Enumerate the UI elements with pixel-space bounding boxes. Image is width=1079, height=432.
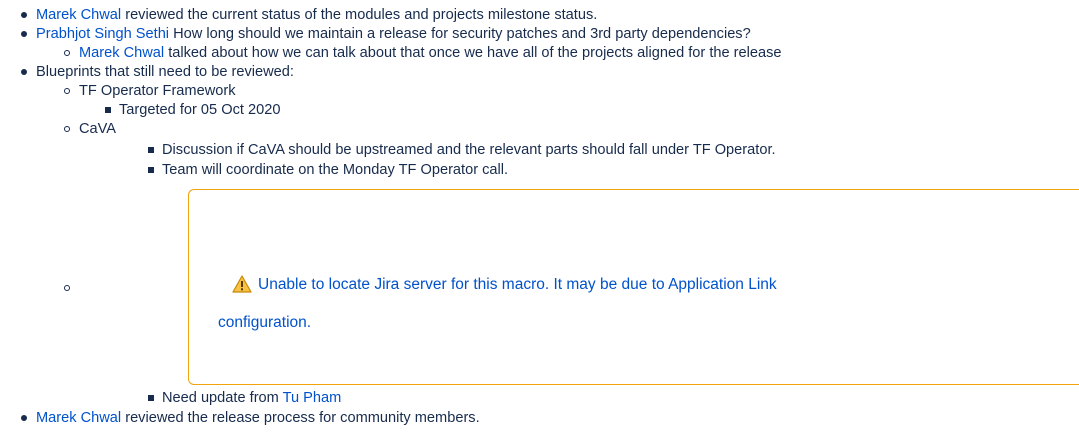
- list-item: CaVA: [79, 119, 116, 139]
- item-text: Team will coordinate on the Monday TF Op…: [162, 162, 509, 178]
- item-text: reviewed the current status of the modul…: [121, 7, 598, 23]
- list-item: Marek Chwal reviewed the release process…: [36, 408, 480, 428]
- item-text: Need update from: [162, 390, 283, 406]
- bullet: [148, 395, 154, 401]
- user-mention-marek-chwal[interactable]: Marek Chwal: [36, 410, 121, 426]
- item-text: TF Operator Framework: [79, 83, 236, 99]
- bullet: [21, 12, 27, 18]
- bullet: [105, 107, 111, 113]
- bullet: [64, 50, 70, 56]
- bullet: [148, 167, 154, 173]
- warning-icon: [232, 275, 252, 293]
- item-text: talked about how we can talk about that …: [164, 45, 782, 61]
- list-item: Marek Chwal reviewed the current status …: [36, 5, 597, 25]
- user-mention-marek-chwal[interactable]: Marek Chwal: [79, 45, 164, 61]
- user-mention-prabhjot-singh-sethi[interactable]: Prabhjot Singh Sethi: [36, 26, 169, 42]
- bullet: [64, 126, 70, 132]
- list-item: Targeted for 05 Oct 2020: [119, 100, 280, 120]
- item-text: Targeted for 05 Oct 2020: [119, 102, 281, 118]
- list-item: Marek Chwal talked about how we can talk…: [79, 43, 782, 63]
- bullet: [148, 147, 154, 153]
- list-item: TF Operator Framework: [79, 81, 236, 101]
- jira-macro-message[interactable]: Unable to locate Jira server for this ma…: [258, 275, 777, 295]
- item-text: Blueprints that still need to be reviewe…: [36, 64, 294, 80]
- bullet: [21, 69, 27, 75]
- item-text: CaVA: [79, 121, 117, 137]
- list-item: Need update from Tu Pham: [162, 388, 341, 408]
- item-text: How long should we maintain a release fo…: [169, 26, 751, 42]
- list-item: Discussion if CaVA should be upstreamed …: [162, 140, 776, 160]
- bullet: [21, 415, 27, 421]
- bullet: [21, 31, 27, 37]
- list-item: Blueprints that still need to be reviewe…: [36, 62, 294, 82]
- item-text: reviewed the release process for communi…: [121, 410, 480, 426]
- bullet: [64, 285, 70, 291]
- bullet: [64, 88, 70, 94]
- list-item: Prabhjot Singh Sethi How long should we …: [36, 24, 751, 44]
- item-text: Discussion if CaVA should be upstreamed …: [162, 142, 776, 158]
- jira-macro-message-continued[interactable]: configuration.: [218, 313, 311, 333]
- list-item: Team will coordinate on the Monday TF Op…: [162, 160, 508, 180]
- user-mention-marek-chwal[interactable]: Marek Chwal: [36, 7, 121, 23]
- user-mention-tu-pham[interactable]: Tu Pham: [283, 390, 342, 406]
